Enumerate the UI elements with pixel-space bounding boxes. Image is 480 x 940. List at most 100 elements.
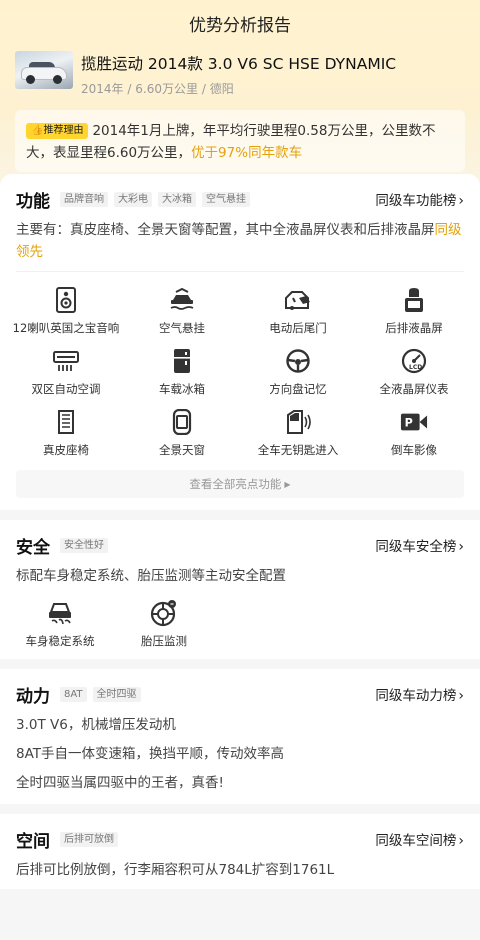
power-section: 动力 8AT 全时四驱 同级车动力榜 › 3.0T V6，机械增压发动机 8AT手…: [0, 669, 480, 804]
feature-label: 车载冰箱: [159, 382, 205, 396]
function-tag: 品牌音响: [60, 191, 108, 207]
tire-pressure-icon: [150, 599, 178, 627]
space-title: 空间: [16, 831, 50, 852]
feature-item[interactable]: 全车无钥匙进入: [240, 408, 356, 460]
space-desc: 后排可比例放倒，行李厢容积可从784L扩容到1761L: [16, 862, 335, 878]
feature-label: 空气悬挂: [159, 321, 205, 335]
feature-item[interactable]: 真皮座椅: [8, 408, 124, 460]
air-suspension-icon: [168, 286, 196, 314]
function-rank-link[interactable]: 同级车功能榜 ›: [375, 189, 464, 209]
feature-label: 12喇叭英国之宝音响: [12, 321, 120, 335]
feature-item[interactable]: 胎压监测: [112, 599, 216, 651]
car-city: 德阳: [209, 82, 234, 96]
reason-highlight: 优于97%同年款车: [191, 145, 303, 161]
space-section: 空间 后排可放倒 同级车空间榜 › 后排可比例放倒，行李厢容积可从784L扩容到1…: [0, 814, 480, 889]
function-tag: 大彩电: [114, 191, 152, 207]
function-title: 功能: [16, 191, 50, 212]
power-tag: 8AT: [60, 686, 87, 702]
space-rank-link[interactable]: 同级车空间榜 ›: [375, 829, 464, 849]
feature-label: 方向盘记忆: [269, 382, 327, 396]
thumb-up-icon: 👍: [31, 125, 44, 136]
power-line: 8AT手自一体变速箱，换挡平顺，传动效率高: [16, 746, 285, 762]
chevron-right-icon: ›: [458, 193, 464, 209]
feature-item[interactable]: 空气悬挂: [124, 286, 240, 338]
safety-grid: 车身稳定系统 胎压监测: [16, 599, 464, 651]
recommend-badge-label: 推荐理由: [43, 125, 84, 136]
function-section: 功能 品牌音响 大彩电 大冰箱 空气悬挂 同级车功能榜 › 主要有：真皮座椅、全景…: [0, 174, 480, 510]
power-title: 动力: [16, 686, 50, 707]
car-year: 2014年: [81, 82, 124, 96]
function-desc: 主要有：真皮座椅、全景天窗等配置，其中全液晶屏仪表和后排液晶屏同级领先: [16, 219, 464, 263]
feature-item[interactable]: 电动后尾门: [240, 286, 356, 338]
feature-item[interactable]: 方向盘记忆: [240, 347, 356, 399]
header-area: 优势分析报告 揽胜运动 2014款 3.0 V6 SC HSE DYNAMIC …: [0, 0, 480, 186]
panoramic-sunroof-icon: [168, 408, 196, 436]
feature-label: 胎压监测: [141, 634, 187, 648]
power-tailgate-icon: [284, 286, 312, 314]
feature-label: 真皮座椅: [43, 443, 89, 457]
svg-text:P: P: [405, 417, 413, 430]
recommend-badge: 👍推荐理由: [26, 123, 89, 139]
chevron-right-icon: ›: [458, 539, 464, 555]
power-line: 全时四驱当属四驱中的王者，真香!: [16, 775, 224, 791]
fridge-icon: [168, 347, 196, 375]
safety-rank-label: 同级车安全榜: [375, 539, 457, 555]
divider: [16, 271, 464, 272]
separator: /: [127, 82, 132, 96]
space-rank-label: 同级车空间榜: [375, 833, 457, 849]
car-mileage: 6.60万公里: [135, 82, 198, 96]
car-thumbnail: [15, 51, 73, 89]
view-all-features-button[interactable]: 查看全部亮点功能 ▶: [16, 470, 464, 498]
page-title: 优势分析报告: [189, 16, 291, 36]
feature-label: 全车无钥匙进入: [257, 443, 339, 457]
leather-seat-icon: [52, 408, 80, 436]
rear-screen-icon: [400, 286, 428, 314]
air-conditioner-icon: [52, 347, 80, 375]
power-rank-label: 同级车动力榜: [375, 688, 457, 704]
car-name: 揽胜运动 2014款 3.0 V6 SC HSE DYNAMIC: [81, 55, 397, 73]
feature-item[interactable]: 后排液晶屏: [356, 286, 472, 338]
space-tag: 后排可放倒: [60, 831, 118, 847]
feature-label: 后排液晶屏: [385, 321, 443, 335]
function-grid: 12喇叭英国之宝音响 空气悬挂 电动后尾门 后排液晶屏 双区自动空调 车载冰箱 …: [8, 286, 472, 460]
triangle-right-icon: ▶: [284, 480, 291, 489]
car-summary[interactable]: 揽胜运动 2014款 3.0 V6 SC HSE DYNAMIC 2014年 /…: [0, 40, 480, 97]
lcd-dashboard-icon: LCD: [400, 347, 428, 375]
safety-title: 安全: [16, 537, 50, 558]
car-meta: 2014年 / 6.60万公里 / 德阳: [81, 80, 396, 97]
stability-control-icon: [46, 599, 74, 627]
feature-item[interactable]: P 倒车影像: [356, 408, 472, 460]
feature-label: 电动后尾门: [269, 321, 327, 335]
steering-wheel-icon: [284, 347, 312, 375]
function-tag: 大冰箱: [158, 191, 196, 207]
power-tag: 全时四驱: [92, 686, 141, 702]
feature-label: 倒车影像: [391, 443, 437, 457]
feature-label: 全液晶屏仪表: [379, 382, 449, 396]
feature-item[interactable]: 12喇叭英国之宝音响: [8, 286, 124, 338]
view-all-label: 查看全部亮点功能: [189, 477, 282, 491]
reverse-camera-icon: P: [400, 408, 428, 436]
feature-label: 双区自动空调: [31, 382, 101, 396]
chevron-right-icon: ›: [458, 833, 464, 849]
power-lines: 3.0T V6，机械增压发动机 8AT手自一体变速箱，换挡平顺，传动效率高 全时…: [16, 711, 464, 798]
function-tag: 空气悬挂: [202, 191, 250, 207]
feature-item[interactable]: 双区自动空调: [8, 347, 124, 399]
speaker-icon: [52, 286, 80, 314]
keyless-entry-icon: [284, 408, 312, 436]
svg-text:LCD: LCD: [409, 364, 422, 371]
separator: /: [201, 82, 206, 96]
feature-item[interactable]: 车身稳定系统: [8, 599, 112, 651]
recommend-reason: 👍推荐理由 2014年1月上牌，年平均行驶里程0.58万公里，公里数不大，表显里程…: [15, 110, 465, 172]
feature-item[interactable]: LCD 全液晶屏仪表: [356, 347, 472, 399]
safety-rank-link[interactable]: 同级车安全榜 ›: [375, 535, 464, 555]
safety-desc: 标配车身稳定系统、胎压监测等主动安全配置: [16, 568, 286, 584]
feature-label: 全景天窗: [159, 443, 205, 457]
feature-item[interactable]: 车载冰箱: [124, 347, 240, 399]
feature-label: 车身稳定系统: [25, 634, 95, 648]
feature-item[interactable]: 全景天窗: [124, 408, 240, 460]
power-rank-link[interactable]: 同级车动力榜 ›: [375, 684, 464, 704]
function-desc-text: 主要有：真皮座椅、全景天窗等配置，其中全液晶屏仪表和后排液晶屏: [16, 222, 435, 238]
function-rank-label: 同级车功能榜: [375, 193, 457, 209]
safety-tag: 安全性好: [60, 537, 108, 553]
safety-section: 安全 安全性好 同级车安全榜 › 标配车身稳定系统、胎压监测等主动安全配置 车身稳…: [0, 520, 480, 659]
